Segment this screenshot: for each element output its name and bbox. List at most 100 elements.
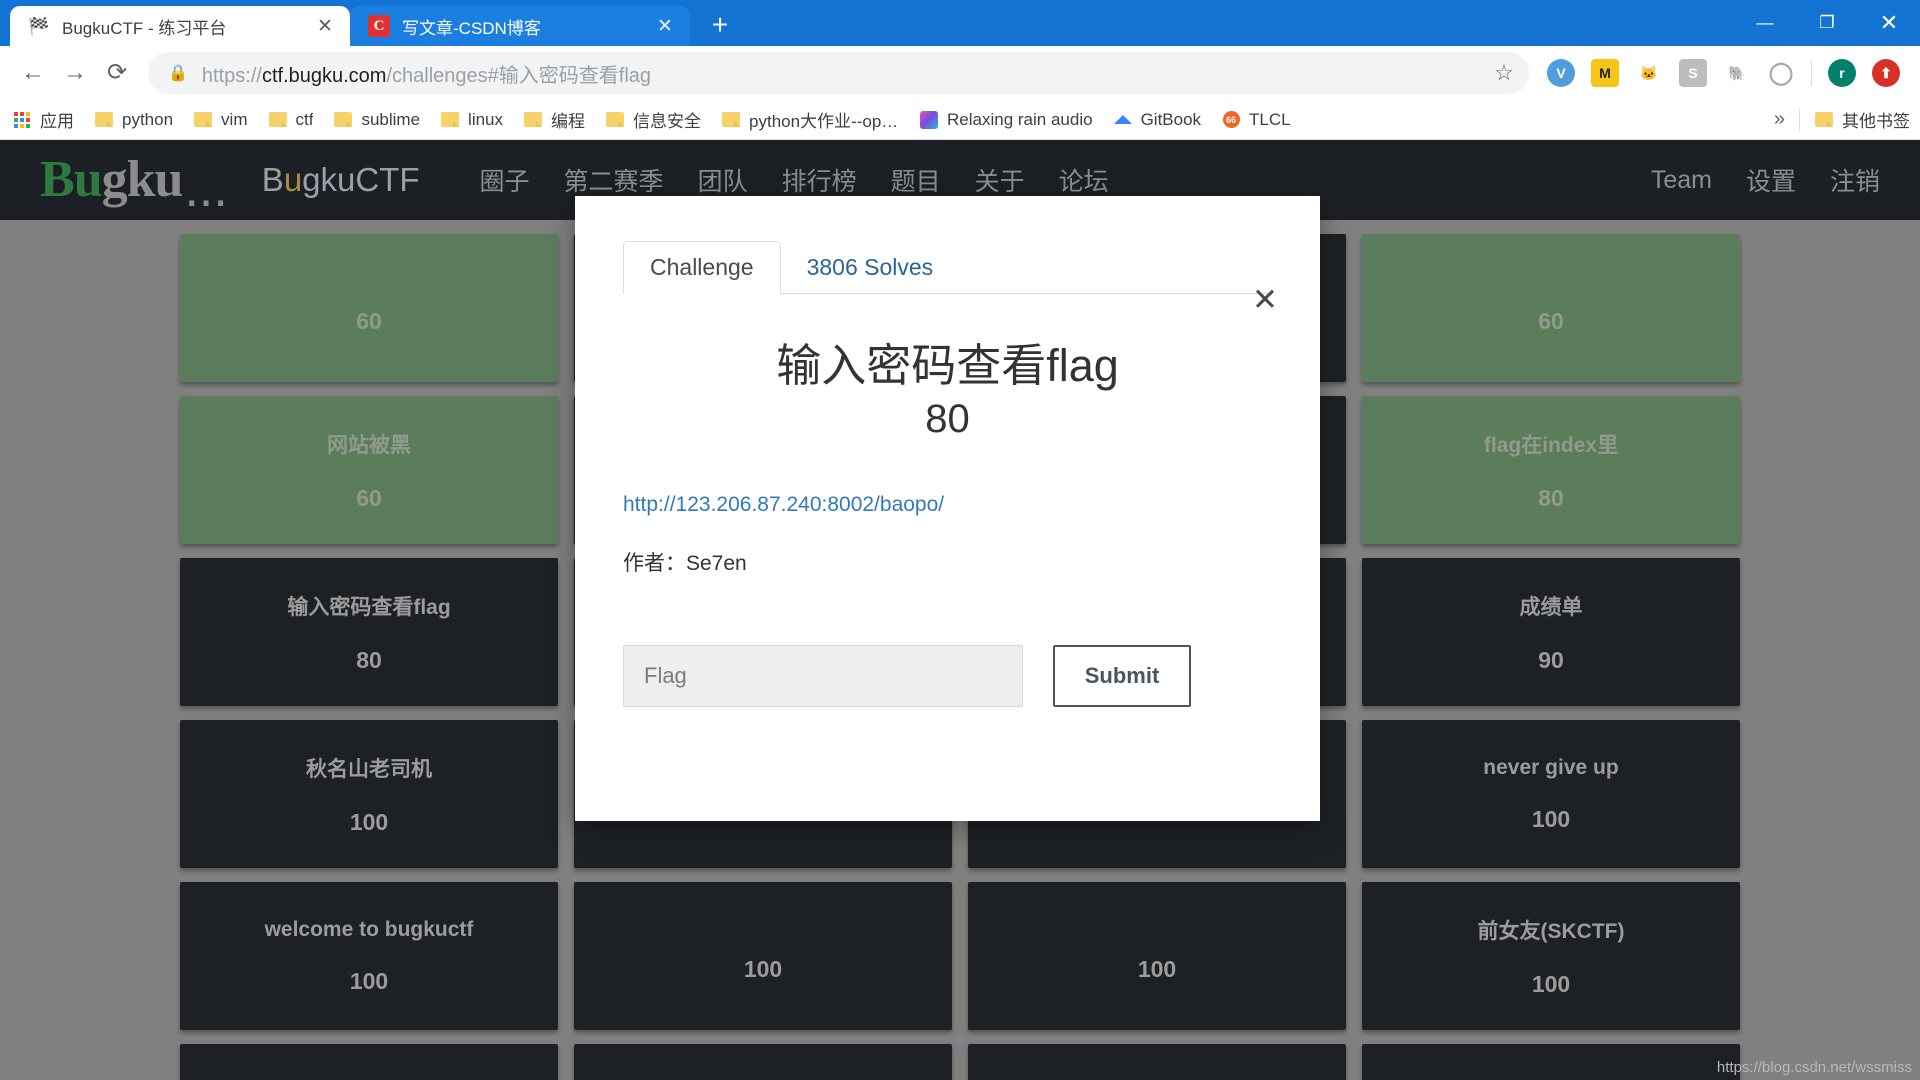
bookmark-tlcl[interactable]: 66 TLCL xyxy=(1221,110,1291,130)
challenge-card-score: 100 xyxy=(743,955,783,982)
forward-icon[interactable]: → xyxy=(54,52,96,94)
bookmark-star-icon[interactable]: ☆ xyxy=(1485,54,1523,92)
nav-item-challenges[interactable]: 题目 xyxy=(891,162,941,198)
challenge-card-title: 程序员本地网站 xyxy=(1468,1077,1635,1080)
close-icon[interactable]: ✕ xyxy=(1252,284,1278,315)
site-brand[interactable]: BugkuCTF xyxy=(262,161,420,199)
circle-extension-icon[interactable]: ◯ xyxy=(1767,59,1795,87)
bookmark-label: Relaxing rain audio xyxy=(947,109,1093,129)
challenge-card[interactable]: 60 xyxy=(1362,234,1740,382)
challenge-card[interactable]: never give up 100 xyxy=(1362,720,1740,868)
bookmark-other[interactable]: 其他书签 xyxy=(1814,107,1910,132)
challenge-card[interactable]: md5 collision(NUPT_CTF)100 xyxy=(968,1044,1346,1080)
profile-avatar[interactable]: r xyxy=(1828,59,1856,87)
nav-item-team[interactable]: 团队 xyxy=(698,162,748,198)
nav-item-forum[interactable]: 论坛 xyxy=(1059,162,1109,198)
close-window-button[interactable]: ✕ xyxy=(1858,0,1920,46)
submit-button[interactable]: Submit xyxy=(1053,645,1191,708)
evernote-extension-icon[interactable]: 🐘 xyxy=(1723,59,1751,87)
browser-window: 🏁 BugkuCTF - 练习平台 ✕ C 写文章-CSDN博客 ✕ + — ❐… xyxy=(0,0,1920,1080)
flag-input[interactable] xyxy=(623,645,1023,708)
folder-icon xyxy=(333,110,353,130)
bookmark-python[interactable]: python xyxy=(94,110,173,130)
bookmark-vim[interactable]: vim xyxy=(193,110,248,130)
tab-csdn[interactable]: C 写文章-CSDN博客 ✕ xyxy=(350,6,690,46)
challenge-card[interactable]: 60 xyxy=(180,234,558,382)
site-nav-items: 圈子 第二赛季 团队 排行榜 题目 关于 论坛 xyxy=(480,162,1109,198)
challenge-card[interactable]: login1(SKCTF)100 xyxy=(180,1044,558,1080)
challenge-card-title: 前女友(SKCTF) xyxy=(1477,919,1625,943)
challenge-card[interactable]: welcome to bugkuctf 100 xyxy=(180,882,558,1030)
challenge-card-score: 60 xyxy=(1538,307,1564,334)
new-tab-button[interactable]: + xyxy=(700,6,740,44)
challenge-card[interactable]: 100 xyxy=(574,882,952,1030)
challenge-card-title: never give up xyxy=(1483,755,1619,779)
bugku-logo[interactable]: Bu g ku... xyxy=(40,151,228,218)
nav-item-settings[interactable]: 设置 xyxy=(1746,162,1796,198)
bookmark-apps[interactable]: 应用 xyxy=(12,107,74,132)
challenge-card[interactable]: flag在index里 80 xyxy=(1362,396,1740,544)
tab-close-icon[interactable]: ✕ xyxy=(312,13,338,39)
bookmark-sublime[interactable]: sublime xyxy=(333,110,420,130)
bookmark-biancheng[interactable]: 编程 xyxy=(523,107,585,132)
challenge-card[interactable]: 100 xyxy=(968,882,1346,1030)
reload-icon[interactable]: ⟳ xyxy=(96,52,138,94)
nav-item-about[interactable]: 关于 xyxy=(975,162,1025,198)
maximize-button[interactable]: ❐ xyxy=(1796,0,1858,46)
challenge-card[interactable]: 你从哪里来100 xyxy=(574,1044,952,1080)
bookmarks-bar: 应用 python vim ctf sublime linux 编程 信息安全 xyxy=(0,100,1920,140)
nav-item-season2[interactable]: 第二赛季 xyxy=(564,162,664,198)
challenge-card-score: 100 xyxy=(349,967,389,994)
challenge-card-title: 成绩单 xyxy=(1519,595,1583,619)
bookmark-relaxing-rain[interactable]: Relaxing rain audio xyxy=(919,110,1093,130)
folder-icon xyxy=(605,110,625,130)
address-bar[interactable]: 🔒 https://ctf.bugku.com/challenges#输入密码查… xyxy=(148,52,1529,94)
bookmark-label: linux xyxy=(468,109,504,129)
tab-close-icon[interactable]: ✕ xyxy=(652,13,678,39)
challenge-card[interactable]: 前女友(SKCTF) 100 xyxy=(1362,882,1740,1030)
watermark: https://blog.csdn.net/wssmiss xyxy=(1716,1059,1912,1076)
challenge-card-title: 网站被黑 xyxy=(327,433,411,457)
bookmark-label: python xyxy=(122,109,174,129)
tab-challenge[interactable]: Challenge xyxy=(623,241,781,294)
challenge-card[interactable]: 成绩单 90 xyxy=(1362,558,1740,706)
bookmark-label: 应用 xyxy=(40,112,74,131)
s-extension-icon[interactable]: S xyxy=(1679,59,1707,87)
challenge-link[interactable]: http://123.206.87.240:8002/baopo/ xyxy=(623,493,1320,517)
challenge-card[interactable]: 输入密码查看flag 80 xyxy=(180,558,558,706)
challenge-card[interactable]: 网站被黑 60 xyxy=(180,396,558,544)
bookmark-gitbook[interactable]: GitBook xyxy=(1113,110,1201,130)
challenge-card-score: 100 xyxy=(1137,955,1177,982)
bookmark-ctf[interactable]: ctf xyxy=(268,110,313,130)
tab-solves[interactable]: 3806 Solves xyxy=(781,242,960,293)
nav-item-logout[interactable]: 注销 xyxy=(1830,162,1880,198)
challenge-card[interactable]: 秋名山老司机 100 xyxy=(180,720,558,868)
logo-dots: ... xyxy=(184,159,228,218)
tab-bugkuctf[interactable]: 🏁 BugkuCTF - 练习平台 ✕ xyxy=(10,6,350,46)
bookmarks-overflow-icon[interactable]: » xyxy=(1774,108,1785,131)
window-controls: — ❐ ✕ xyxy=(1734,0,1920,46)
bookmark-xinxianquan[interactable]: 信息安全 xyxy=(605,107,701,132)
vimium-extension-icon[interactable]: V xyxy=(1547,59,1575,87)
logo-k: ku xyxy=(126,151,184,209)
minimize-button[interactable]: — xyxy=(1734,0,1796,46)
markdown-extension-icon[interactable]: M xyxy=(1591,59,1619,87)
folder-icon xyxy=(523,110,543,130)
back-icon[interactable]: ← xyxy=(12,52,54,94)
gitbook-icon xyxy=(1113,110,1133,130)
modal-tabs: Challenge 3806 Solves xyxy=(623,241,1272,294)
bookmark-python-dazuoye[interactable]: python大作业--open xyxy=(721,107,899,132)
bookmark-linux[interactable]: linux xyxy=(440,110,503,130)
site-nav-right: Team 设置 注销 xyxy=(1651,162,1880,198)
nav-item-team-right[interactable]: Team xyxy=(1651,166,1712,195)
update-menu-icon[interactable]: ⬆ xyxy=(1872,59,1900,87)
cat-extension-icon[interactable]: 🐱 xyxy=(1635,59,1663,87)
nav-item-quanzi[interactable]: 圈子 xyxy=(480,162,530,198)
folder-icon xyxy=(94,110,114,130)
csdn-icon: C xyxy=(368,15,390,37)
logo-g: g xyxy=(101,151,128,209)
tab-title: 写文章-CSDN博客 xyxy=(402,18,541,38)
nav-item-scoreboard[interactable]: 排行榜 xyxy=(782,162,857,198)
challenge-card[interactable]: 程序员本地网站100 xyxy=(1362,1044,1740,1080)
challenge-card-score: 100 xyxy=(349,808,389,835)
